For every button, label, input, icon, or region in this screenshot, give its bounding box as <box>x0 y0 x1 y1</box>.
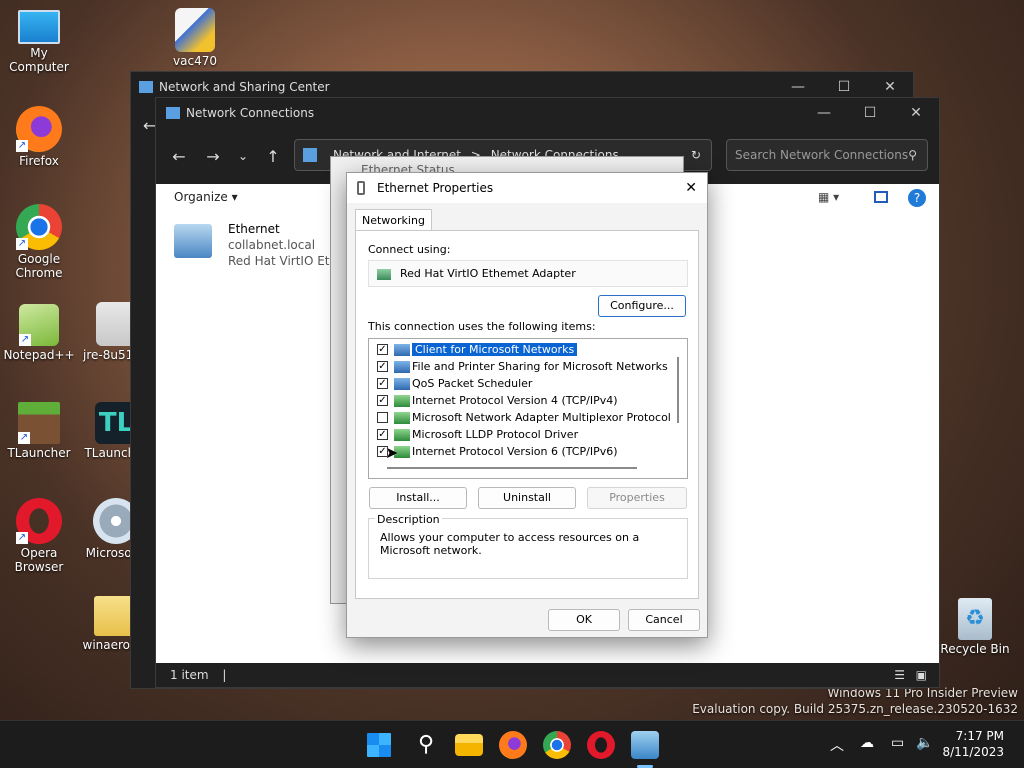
preview-pane-icon[interactable] <box>874 191 888 203</box>
network-client-icon <box>394 343 410 356</box>
list-item-ipv6[interactable]: ✓ Internet Protocol Version 6 (TCP/IPv6) <box>377 443 618 460</box>
properties-button[interactable]: Properties <box>587 487 687 509</box>
details-view-icon[interactable]: ☰ <box>894 663 905 687</box>
clock-date[interactable]: 8/11/2023 <box>942 745 1004 759</box>
adapter-field: Red Hat VirtIO Ethemet Adapter <box>368 260 688 287</box>
status-bar: 1 item | ☰ ▣ <box>156 663 939 687</box>
connect-using-label: Connect using: <box>368 243 451 256</box>
items-label: This connection uses the following items… <box>368 320 596 333</box>
chrome-icon[interactable] <box>543 731 571 759</box>
opera-icon[interactable] <box>587 731 615 759</box>
shortcut-arrow-icon: ↗ <box>16 238 28 250</box>
uninstall-button[interactable]: Uninstall <box>478 487 576 509</box>
list-item-qos-packet-scheduler[interactable]: ✓ QoS Packet Scheduler <box>377 375 532 392</box>
protocol-icon <box>394 411 410 424</box>
refresh-icon[interactable]: ↻ <box>691 140 701 170</box>
shortcut-arrow-icon: ↗ <box>18 432 30 444</box>
chrome-icon: ↗ <box>16 204 62 250</box>
dialog-close-button[interactable]: ✕ <box>685 173 697 203</box>
desktop-icon-recycle-bin[interactable]: ♻ Recycle Bin <box>937 598 1013 656</box>
maximize-button[interactable]: ☐ <box>847 98 893 128</box>
ethernet-properties-dialog[interactable]: Ethernet Properties ✕ Networking Connect… <box>346 172 708 638</box>
list-item-client-for-microsoft-networks[interactable]: ✓ Client for Microsoft Networks <box>377 341 578 358</box>
firefox-icon: ↗ <box>16 106 62 152</box>
desktop-icon-notepad-plus-plus[interactable]: ↗ Notepad++ <box>1 304 77 362</box>
minecraft-block-icon: ↗ <box>18 402 60 444</box>
configure-button[interactable]: Configure... <box>598 295 686 317</box>
list-item-lldp-protocol[interactable]: ✓ Microsoft LLDP Protocol Driver <box>377 426 578 443</box>
network-connections-taskbar-icon[interactable] <box>631 731 659 759</box>
search-icon[interactable]: ⚲ <box>412 731 440 759</box>
checkbox[interactable]: ✓ <box>377 395 388 406</box>
list-item-multiplexor-protocol[interactable]: Microsoft Network Adapter Multiplexor Pr… <box>377 409 671 426</box>
installer-icon <box>175 8 215 52</box>
description-label: Description <box>375 513 442 526</box>
vertical-scrollbar[interactable] <box>677 357 679 423</box>
up-button[interactable]: ↑ <box>256 147 290 166</box>
network-service-icon <box>394 360 410 373</box>
dialog-titlebar[interactable]: Ethernet Properties ✕ <box>347 173 707 203</box>
desktop-icon-vac470[interactable]: vac470 <box>157 8 233 68</box>
desktop-icon-google-chrome[interactable]: ↗ Google Chrome <box>1 204 77 280</box>
start-windows-icon[interactable] <box>367 733 391 757</box>
list-item-ipv4[interactable]: ✓ Internet Protocol Version 4 (TCP/IPv4) <box>377 392 618 409</box>
description-text: Allows your computer to access resources… <box>380 531 640 557</box>
help-icon[interactable]: ? <box>908 189 926 207</box>
cancel-button[interactable]: Cancel <box>628 609 700 631</box>
network-service-icon <box>394 377 410 390</box>
clock-time[interactable]: 7:17 PM <box>956 729 1004 743</box>
forward-button[interactable]: → <box>196 147 230 166</box>
display-tray-icon[interactable]: ▭ <box>891 735 904 751</box>
protocol-icon <box>394 394 410 407</box>
tiles-view-icon[interactable]: ▣ <box>916 663 927 687</box>
shortcut-arrow-icon: ↗ <box>19 334 31 346</box>
checkbox[interactable] <box>377 412 388 423</box>
view-options-icon[interactable]: ▦ ▾ <box>818 190 839 204</box>
install-button[interactable]: Install... <box>369 487 467 509</box>
organize-button[interactable]: Organize ▾ <box>174 190 238 204</box>
taskbar: ⚲ ︿ ☁ ▭ 🔈 7:17 PM 8/11/2023 <box>0 720 1024 768</box>
ok-button[interactable]: OK <box>548 609 620 631</box>
checkbox[interactable]: ✓ <box>377 361 388 372</box>
volume-icon[interactable]: 🔈 <box>916 735 933 751</box>
desktop-icon-my-computer[interactable]: My Computer <box>1 10 77 74</box>
notepad-plus-plus-icon: ↗ <box>19 304 59 346</box>
horizontal-scrollbar[interactable] <box>387 467 637 469</box>
shortcut-arrow-icon: ↗ <box>16 140 28 152</box>
network-adapter-icon <box>357 181 365 195</box>
checkbox[interactable]: ✓ <box>377 344 388 355</box>
minimize-button[interactable]: — <box>801 98 847 128</box>
desktop-icon-opera[interactable]: ↗ Opera Browser <box>1 498 77 574</box>
close-button[interactable]: ✕ <box>893 98 939 128</box>
adapter-icon <box>377 269 391 280</box>
show-hidden-icons-icon[interactable]: ︿ <box>830 735 844 755</box>
opera-icon: ↗ <box>16 498 62 544</box>
network-icon <box>139 81 153 93</box>
search-input[interactable]: Search Network Connections ⚲ <box>726 139 928 171</box>
watermark-line-2: Evaluation copy. Build 25375.zn_release.… <box>692 702 1018 716</box>
search-icon: ⚲ <box>908 148 917 162</box>
network-connections-icon <box>166 107 180 119</box>
firefox-icon[interactable] <box>499 731 527 759</box>
ethernet-computer-icon <box>174 224 212 258</box>
checkbox[interactable]: ✓ <box>377 429 388 440</box>
file-explorer-icon[interactable] <box>455 734 483 756</box>
shortcut-arrow-icon: ↗ <box>16 532 28 544</box>
tab-networking[interactable]: Networking <box>355 209 432 231</box>
checkbox[interactable]: ✓ <box>377 378 388 389</box>
items-list[interactable]: ✓ Client for Microsoft Networks ✓ File a… <box>368 338 688 479</box>
mouse-cursor-icon: ➤ <box>385 443 399 462</box>
desktop-icon-firefox[interactable]: ↗ Firefox <box>1 106 77 168</box>
back-button[interactable]: ← <box>162 147 196 166</box>
desktop-icon-tlauncher-1[interactable]: ↗ TLauncher <box>1 402 77 460</box>
protocol-icon <box>394 428 410 441</box>
address-network-icon <box>303 148 317 162</box>
recent-locations-button[interactable]: ⌄ <box>230 149 256 163</box>
recycle-bin-icon: ♻ <box>958 598 992 640</box>
network-tray-icon[interactable]: ☁ <box>860 735 874 751</box>
list-item-file-printer-sharing[interactable]: ✓ File and Printer Sharing for Microsoft… <box>377 358 668 375</box>
monitor-icon <box>18 10 60 44</box>
